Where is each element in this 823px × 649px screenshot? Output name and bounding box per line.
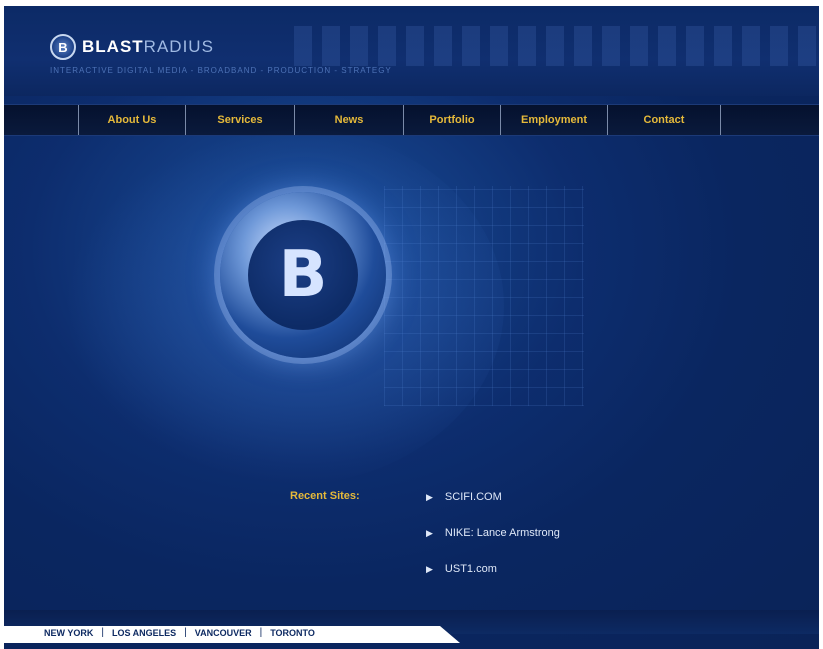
city-list: NEW YORK | LOS ANGELES | VANCOUVER | TOR… xyxy=(44,627,315,638)
logo-text-bold: BLAST xyxy=(82,37,144,56)
city-separator: | xyxy=(184,627,187,638)
city-new-york[interactable]: NEW YORK xyxy=(44,628,93,638)
city-los-angeles[interactable]: LOS ANGELES xyxy=(112,628,176,638)
recent-site-label: UST1.com xyxy=(444,563,497,575)
arrow-right-icon: ▶ xyxy=(426,492,433,502)
arrow-right-icon: ▶ xyxy=(426,564,433,574)
city-separator: | xyxy=(101,627,104,638)
blastradius-emblem-icon: B xyxy=(220,192,386,358)
grid-decoration xyxy=(384,186,584,406)
nav-portfolio[interactable]: Portfolio xyxy=(403,105,500,135)
logo[interactable]: B BLAST RADIUS xyxy=(50,34,214,60)
city-separator: | xyxy=(259,627,263,638)
logo-text-light: RADIUS xyxy=(143,37,214,56)
emblem-glyph: B xyxy=(248,220,358,330)
nav-employment[interactable]: Employment xyxy=(500,105,607,135)
recent-site-label: SCIFI.COM xyxy=(444,491,502,503)
page-frame: B BLAST RADIUS INTERACTIVE DIGITAL MEDIA … xyxy=(4,6,819,649)
city-vancouver[interactable]: VANCOUVER xyxy=(195,628,252,638)
recent-sites-list: ▶ SCIFI.COM ▶ NIKE: Lance Armstrong ▶ UST1.… xyxy=(426,490,560,598)
logo-mark-icon: B xyxy=(50,34,76,60)
recent-site-link[interactable]: ▶ NIKE: Lance Armstrong xyxy=(426,526,560,562)
recent-site-link[interactable]: ▶ UST1.com xyxy=(426,562,560,598)
header-decoration xyxy=(294,26,819,66)
nav-about-us[interactable]: About Us xyxy=(78,105,185,135)
tagline: INTERACTIVE DIGITAL MEDIA - BROADBAND - … xyxy=(50,66,392,75)
nav-contact[interactable]: Contact xyxy=(607,105,721,135)
recent-site-link[interactable]: ▶ SCIFI.COM xyxy=(426,490,560,526)
recent-site-label: NIKE: Lance Armstrong xyxy=(444,527,560,539)
main-nav: About Us Services News Portfolio Employm… xyxy=(4,104,819,136)
arrow-right-icon: ▶ xyxy=(426,528,433,538)
city-toronto[interactable]: TORONTO xyxy=(270,628,315,638)
recent-sites-label: Recent Sites: xyxy=(290,490,360,502)
header: B BLAST RADIUS INTERACTIVE DIGITAL MEDIA … xyxy=(4,6,819,96)
